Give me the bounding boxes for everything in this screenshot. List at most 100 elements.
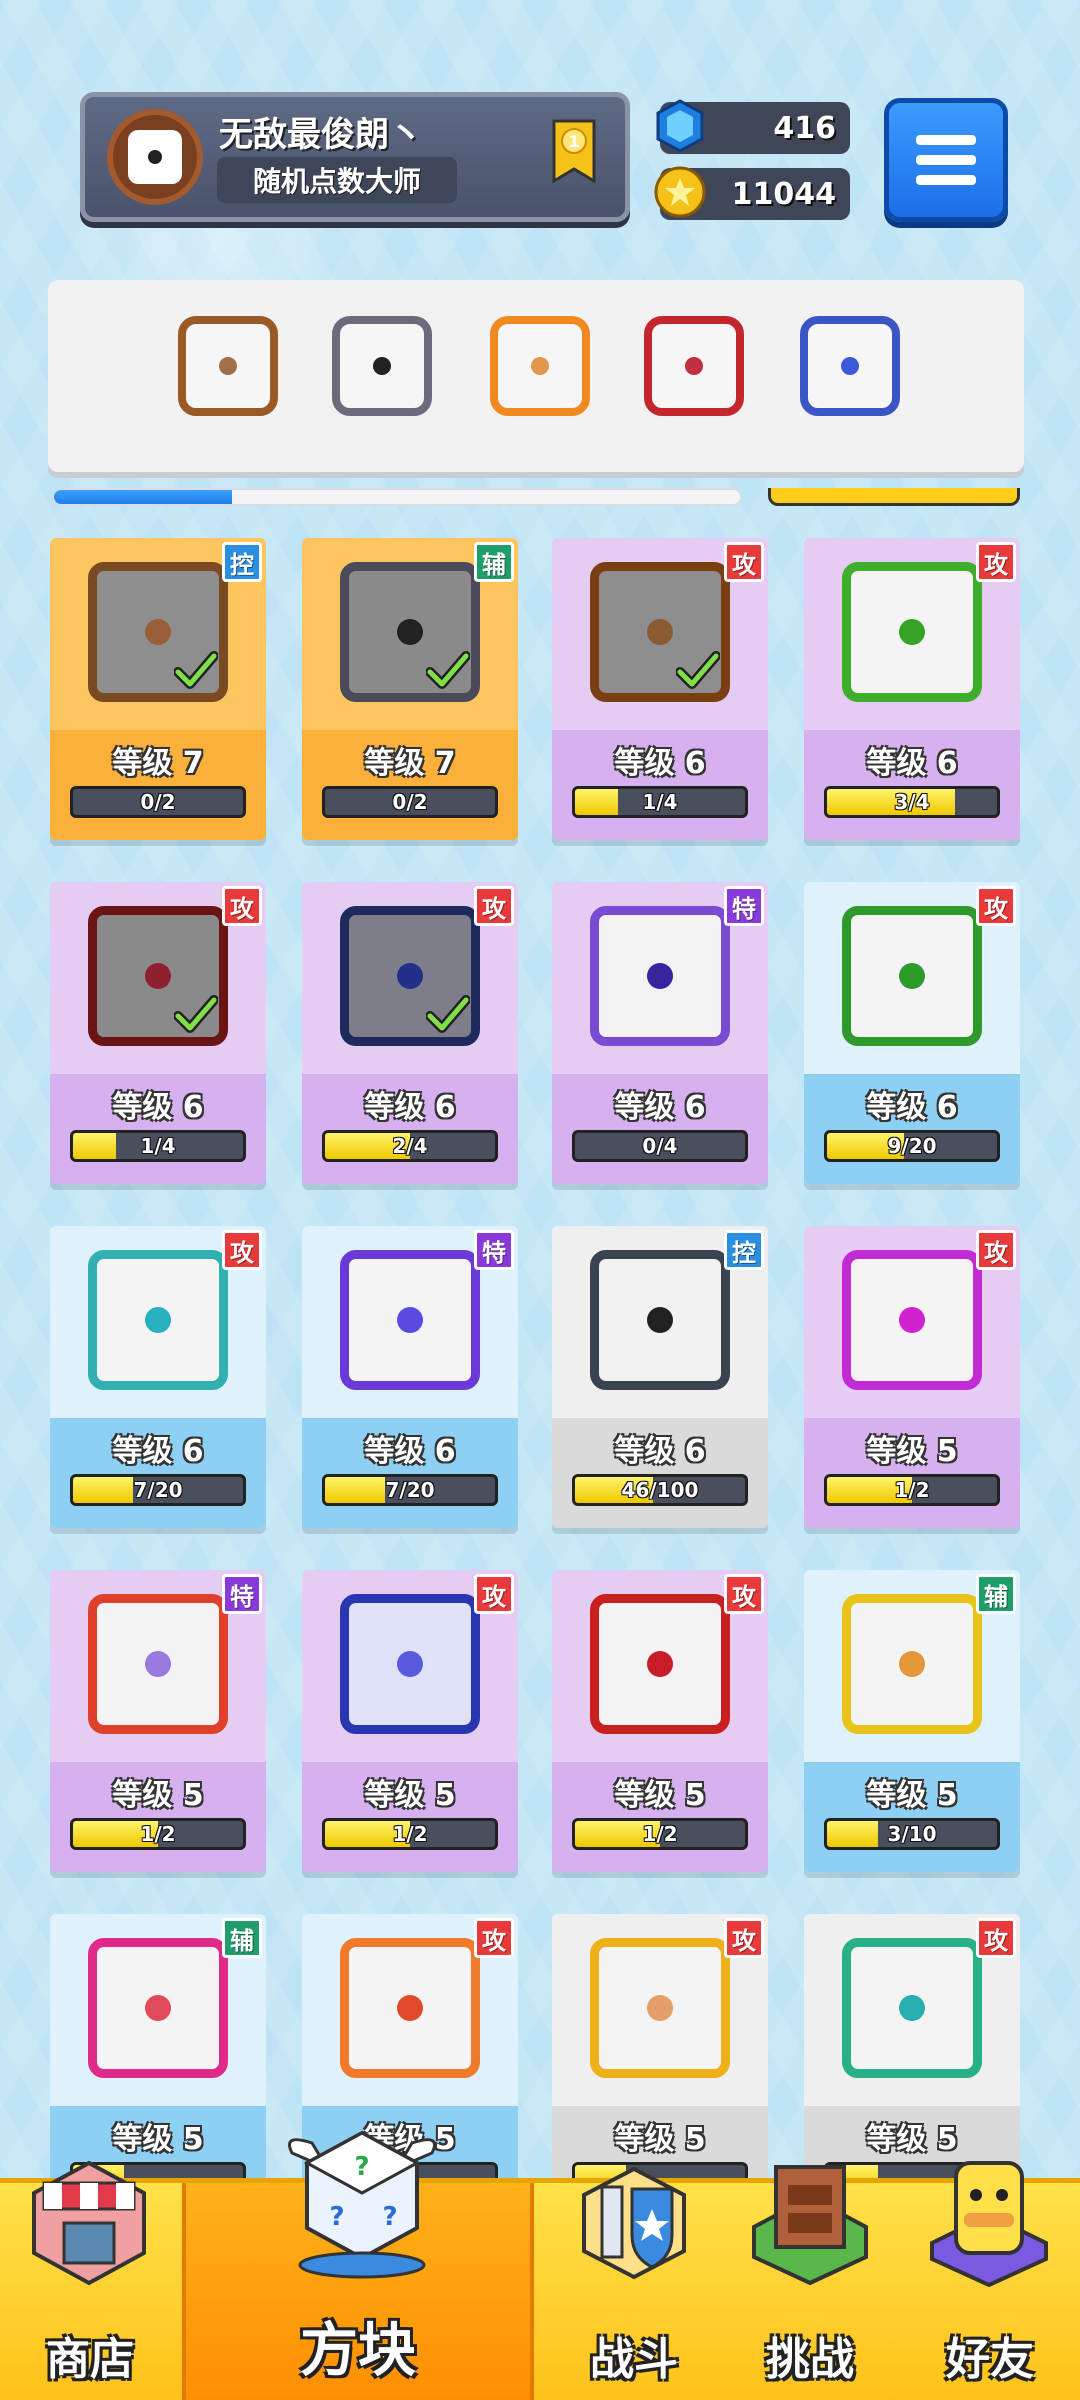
deck-progress-bar [52, 488, 742, 506]
dice-level: 等级 6 [614, 1090, 706, 1125]
dice-type-tag: 辅 [976, 1574, 1016, 1614]
checkmark-icon [676, 651, 720, 689]
dice-face-icon [842, 1594, 982, 1734]
coins-value: 11044 [731, 176, 836, 212]
upgrade-progress-text: 3/10 [887, 1822, 937, 1846]
dice-level: 等级 6 [364, 1090, 456, 1125]
challenge-icon [752, 2165, 868, 2286]
dice-level: 等级 5 [112, 2122, 204, 2157]
nav-friends-label: 好友 [946, 2334, 1034, 2385]
upgrade-progress-text: 1/2 [140, 1822, 176, 1846]
upgrade-progress-text: 2/4 [392, 1134, 428, 1158]
upgrade-progress-bar: 46/100 [572, 1474, 748, 1506]
dice-card[interactable]: 辅等级 7 0/2 [302, 538, 518, 840]
dice-level: 等级 5 [614, 2122, 706, 2157]
dice-type-tag: 控 [222, 542, 262, 582]
dice-type-tag: 攻 [724, 1574, 764, 1614]
dice-card[interactable]: 攻等级 6 1/4 [552, 538, 768, 840]
dice-card[interactable]: 特等级 6 7/20 [302, 1226, 518, 1528]
nav-challenge[interactable]: 挑战 [720, 2165, 900, 2400]
coin-icon [654, 166, 706, 218]
checkmark-icon [426, 651, 470, 689]
nav-dice-label: 方块 [299, 2316, 416, 2384]
svg-text:?: ? [354, 2152, 369, 2182]
nav-challenge-label: 挑战 [766, 2334, 854, 2385]
dice-type-tag: 攻 [976, 886, 1016, 926]
deck-slot-1[interactable] [176, 314, 280, 418]
avatar[interactable] [107, 109, 203, 205]
deck-slot-2[interactable] [330, 314, 434, 418]
dice-type-tag: 控 [724, 1230, 764, 1270]
player-title: 随机点数大师 [217, 157, 457, 203]
dice-card[interactable]: 攻等级 6 1/4 [50, 882, 266, 1184]
nav-shop[interactable]: 商店 [0, 2160, 180, 2400]
svg-text:?: ? [329, 2202, 344, 2232]
dice-face-icon [590, 906, 730, 1046]
deck-slot-3[interactable] [488, 314, 592, 418]
dice-type-tag: 攻 [976, 1918, 1016, 1958]
dice-card[interactable]: 攻等级 5 1/2 [804, 1226, 1020, 1528]
friends-icon [930, 2161, 1048, 2287]
dice-card[interactable]: 控等级 6 46/100 [552, 1226, 768, 1528]
shop-icon [32, 2160, 146, 2286]
dice-face-icon [340, 1594, 480, 1734]
nav-friends[interactable]: 好友 [900, 2161, 1080, 2400]
dice-face-icon [842, 1938, 982, 2078]
bottom-nav: 商店 ? ? ? 方块 战斗 挑战 好友 [0, 2130, 1080, 2400]
rank-badge-icon[interactable]: 1 [550, 117, 598, 187]
upgrade-progress-bar: 0/2 [70, 786, 246, 818]
dice-card[interactable]: 攻等级 6 3/4 [804, 538, 1020, 840]
upgrade-progress-text: 0/2 [392, 790, 428, 814]
deck-dice-icon [644, 316, 744, 416]
mystery-dice-icon: ? ? ? [288, 2130, 436, 2279]
deck-slot-5[interactable] [798, 314, 902, 418]
dice-face-icon [88, 1594, 228, 1734]
upgrade-progress-text: 3/4 [894, 790, 930, 814]
gems-value: 416 [773, 110, 836, 146]
profile-panel[interactable]: 无敌最俊朗丶 随机点数大师 1 [80, 92, 630, 222]
dice-type-tag: 攻 [474, 1574, 514, 1614]
dice-type-tag: 攻 [976, 1230, 1016, 1270]
upgrade-progress-text: 1/2 [894, 1478, 930, 1502]
die-avatar-icon [128, 130, 182, 184]
dice-card[interactable]: 攻等级 5 1/2 [302, 1570, 518, 1872]
upgrade-progress-bar: 3/4 [824, 786, 1000, 818]
dice-card[interactable]: 控等级 7 0/2 [50, 538, 266, 840]
dice-card[interactable]: 攻等级 5 1/2 [552, 1570, 768, 1872]
dice-type-tag: 攻 [474, 1918, 514, 1958]
deck-slot-4[interactable] [642, 314, 746, 418]
dice-type-tag: 辅 [474, 542, 514, 582]
upgrade-progress-text: 1/4 [642, 790, 678, 814]
upgrade-progress-text: 46/100 [621, 1478, 699, 1502]
dice-card[interactable]: 特等级 6 0/4 [552, 882, 768, 1184]
upgrade-progress-bar: 1/2 [70, 1818, 246, 1850]
dice-face-icon [590, 1938, 730, 2078]
upgrade-progress-text: 0/4 [642, 1134, 678, 1158]
nav-dice[interactable]: ? ? ? 方块 [182, 2130, 534, 2400]
dice-face-icon [842, 562, 982, 702]
upgrade-progress-bar: 9/20 [824, 1130, 1000, 1162]
dice-card[interactable]: 辅等级 5 3/10 [804, 1570, 1020, 1872]
dice-face-icon [842, 1250, 982, 1390]
upgrade-progress-bar: 7/20 [322, 1474, 498, 1506]
nav-battle[interactable]: 战斗 [544, 2166, 724, 2400]
dice-card[interactable]: 特等级 5 1/2 [50, 1570, 266, 1872]
upgrade-progress-bar: 1/4 [572, 786, 748, 818]
deck-tab-indicator[interactable] [768, 488, 1020, 506]
dice-level: 等级 5 [364, 1778, 456, 1813]
coins-counter[interactable]: 11044 [654, 166, 850, 220]
dice-card[interactable]: 攻等级 6 2/4 [302, 882, 518, 1184]
rank-number: 1 [568, 132, 579, 151]
svg-text:?: ? [382, 2202, 397, 2232]
upgrade-progress-bar: 7/20 [70, 1474, 246, 1506]
dice-level: 等级 5 [866, 1778, 958, 1813]
nav-shop-label: 商店 [46, 2334, 134, 2385]
menu-button[interactable] [884, 98, 1008, 222]
dice-face-icon [340, 1938, 480, 2078]
dice-card[interactable]: 攻等级 6 7/20 [50, 1226, 266, 1528]
gem-icon [656, 99, 704, 153]
dice-level: 等级 7 [364, 746, 456, 781]
upgrade-progress-bar: 1/2 [572, 1818, 748, 1850]
dice-card[interactable]: 攻等级 6 9/20 [804, 882, 1020, 1184]
gems-counter[interactable]: 416 [656, 99, 850, 154]
